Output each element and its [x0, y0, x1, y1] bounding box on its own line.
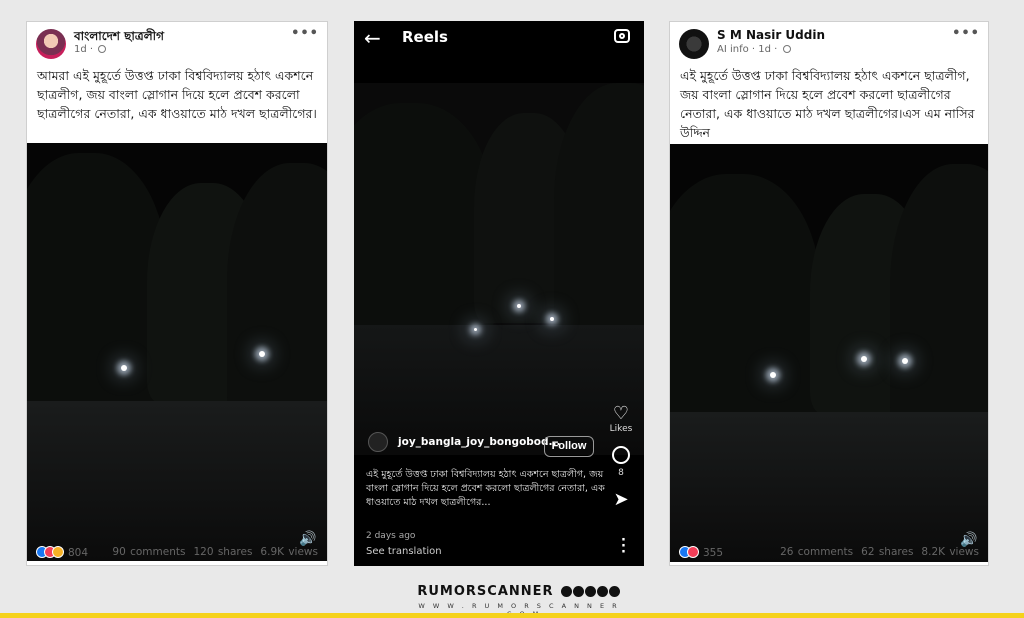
see-translation-link[interactable]: See translation: [366, 546, 442, 557]
tiktok-icon[interactable]: [608, 586, 620, 597]
post-header: S M Nasir Uddin AI info · 1d · •••: [670, 22, 988, 62]
reaction-count: 804: [68, 547, 89, 559]
post-header: বাংলাদেশ ছাত্রলীগ 1d · •••: [27, 22, 327, 62]
facebook-post-1: বাংলাদেশ ছাত্রলীগ 1d · ••• আমরা এই মুহূর…: [26, 21, 328, 566]
likes-label: Likes: [609, 424, 633, 434]
facebook-icon[interactable]: [560, 586, 572, 597]
heart-icon[interactable]: ♡: [608, 404, 634, 424]
social-icons: [560, 582, 621, 601]
post-footer: 355 26 comments 62 shares 8.2K views: [670, 540, 988, 565]
follow-button[interactable]: Follow: [544, 436, 594, 457]
reels-header: ← Reels: [354, 21, 644, 51]
comments-count[interactable]: 26 comments: [780, 546, 853, 558]
reactions[interactable]: 355: [679, 546, 723, 559]
post-text: আমরা এই মুহূর্তে উত্তপ্ত ঢাকা বিশ্ববিদ্য…: [37, 68, 317, 121]
reel-username[interactable]: joy_bangla_joy_bongobod...: [398, 436, 561, 448]
more-options-icon[interactable]: •••: [291, 26, 319, 41]
views-count: 8.2K views: [921, 546, 979, 558]
more-options-icon[interactable]: · · ·: [621, 534, 626, 559]
globe-icon: [98, 45, 107, 53]
reel-video[interactable]: [354, 83, 644, 455]
instagram-reel: ← Reels joy_bangla_joy_bongobod... Follo…: [354, 21, 644, 566]
post-meta: AI info · 1d ·: [717, 44, 791, 55]
post-stats: 90 comments 120 shares 6.9K views: [104, 546, 318, 558]
twitter-icon[interactable]: [584, 586, 596, 597]
avatar[interactable]: [36, 29, 66, 59]
post-meta: 1d ·: [74, 44, 107, 55]
facebook-post-2: S M Nasir Uddin AI info · 1d · ••• এই মু…: [669, 21, 989, 566]
reel-time: 2 days ago: [366, 531, 416, 541]
comments-count[interactable]: 90 comments: [112, 546, 185, 558]
reaction-count: 355: [703, 547, 724, 559]
views-count: 6.9K views: [260, 546, 318, 558]
more-options-icon[interactable]: •••: [952, 26, 980, 41]
accent-bar: [0, 613, 1024, 618]
page-name[interactable]: S M Nasir Uddin: [717, 28, 825, 42]
care-reaction-icon: [52, 546, 64, 558]
reactions[interactable]: 804: [36, 546, 88, 559]
youtube-icon[interactable]: [572, 586, 584, 597]
instagram-icon[interactable]: [596, 586, 608, 597]
brand-name: RUMORSCANNER: [417, 584, 554, 599]
avatar[interactable]: [679, 29, 709, 59]
shares-count[interactable]: 62 shares: [861, 546, 913, 558]
avatar[interactable]: [368, 432, 388, 452]
post-video[interactable]: 🔊: [670, 144, 988, 562]
shares-count[interactable]: 120 shares: [193, 546, 252, 558]
post-footer: 804 90 comments 120 shares 6.9K views: [27, 540, 327, 565]
post-text: এই মুহূর্তে উত্তপ্ত ঢাকা বিশ্ববিদ্যালয় …: [680, 68, 975, 140]
comment-icon[interactable]: [612, 446, 630, 464]
post-time[interactable]: AI info · 1d ·: [717, 44, 781, 55]
reel-caption: এই মুহূর্তে উত্তপ্ত ঢাকা বিশ্ববিদ্যালয় …: [366, 469, 605, 508]
love-reaction-icon: [687, 546, 699, 558]
post-video[interactable]: 🔊: [27, 143, 327, 561]
camera-icon[interactable]: [614, 29, 630, 43]
back-arrow-icon[interactable]: ←: [364, 26, 381, 50]
post-time[interactable]: 1d ·: [74, 44, 96, 55]
globe-icon: [782, 45, 791, 53]
reels-title: Reels: [402, 28, 448, 46]
post-stats: 26 comments 62 shares 8.2K views: [772, 546, 979, 558]
